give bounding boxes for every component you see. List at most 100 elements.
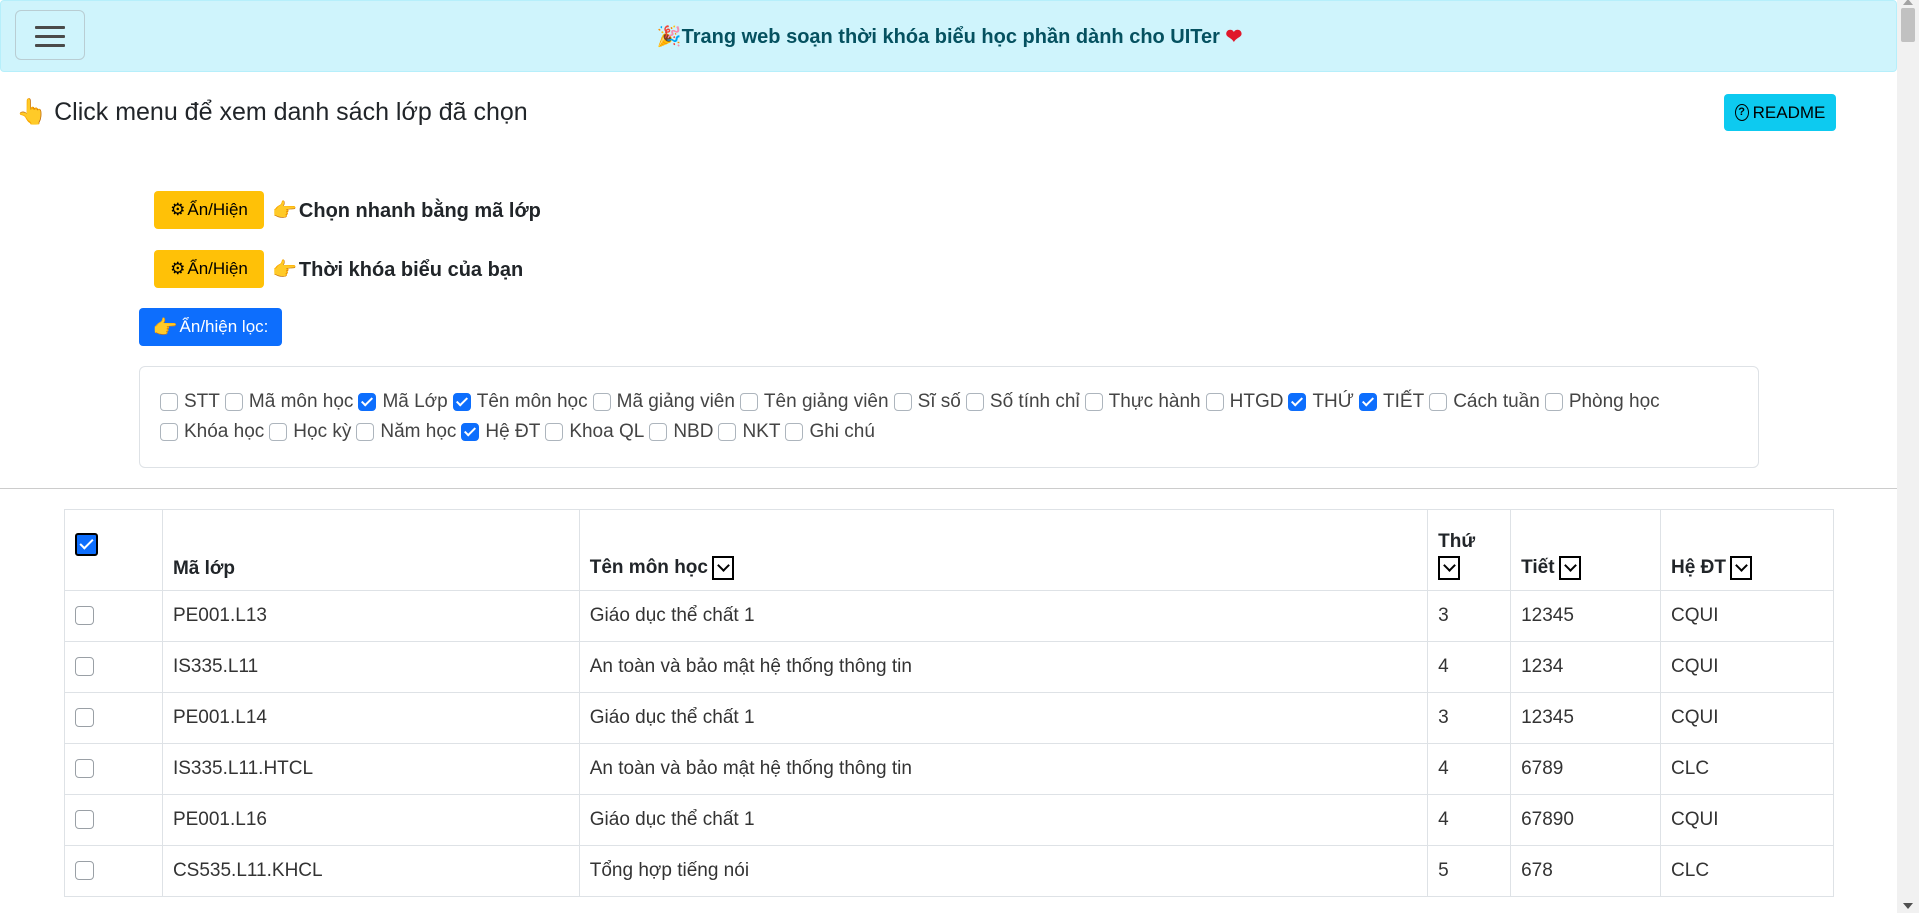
- gear-icon: ⚙: [170, 200, 186, 219]
- filter-option[interactable]: NKT: [718, 421, 780, 443]
- filter-option[interactable]: Hệ ĐT: [461, 421, 540, 443]
- filter-label: HTGD: [1229, 391, 1284, 412]
- filter-option[interactable]: Năm học: [356, 421, 456, 443]
- filter-option[interactable]: Mã Lớp: [358, 391, 448, 413]
- page-scrollbar[interactable]: [1897, 0, 1919, 913]
- row-select-cell: [64, 641, 163, 693]
- column-header-label: Hệ ĐT: [1671, 557, 1726, 579]
- column-header-label: Mã lớp: [172, 558, 236, 579]
- pointing-right-icon: 👉: [272, 199, 297, 222]
- filter-checkbox[interactable]: [356, 423, 375, 441]
- filter-checkbox[interactable]: [461, 423, 480, 441]
- scroll-up-icon[interactable]: [1903, 0, 1913, 5]
- row-select-cell: [64, 692, 163, 744]
- toggle-row-label-text: Chọn nhanh bằng mã lớp: [298, 199, 541, 222]
- filter-option[interactable]: Ghi chú: [785, 421, 875, 443]
- cell-ten-mon: Giáo dục thể chất 1: [578, 590, 1429, 642]
- filter-option[interactable]: Tên giảng viên: [739, 391, 889, 413]
- filter-label: Mã giảng viên: [616, 391, 735, 412]
- table-row[interactable]: PE001.L16 Giáo dục thể chất 1 4 67890 CQUI: [64, 794, 1834, 846]
- row-checkbox[interactable]: [75, 606, 94, 626]
- filter-option[interactable]: Mã môn học: [224, 391, 353, 413]
- filter-checkbox[interactable]: [1429, 393, 1448, 411]
- table-row[interactable]: CS535.L11.KHCL Tổng hợp tiếng nói 5 678 CLC: [64, 845, 1834, 897]
- filter-checkbox[interactable]: [965, 393, 984, 411]
- filter-option[interactable]: HTGD: [1205, 391, 1284, 413]
- filter-checkbox[interactable]: [739, 393, 758, 411]
- chevron-down-icon[interactable]: [1438, 556, 1461, 580]
- filter-option[interactable]: Khóa học: [160, 421, 264, 443]
- filter-option[interactable]: Thực hành: [1084, 391, 1201, 413]
- filter-checkbox[interactable]: [592, 393, 611, 411]
- toggle-quick-select-button[interactable]: ⚙ Ẩn/Hiện: [154, 191, 264, 229]
- row-select-cell: [64, 845, 163, 897]
- filter-checkbox[interactable]: [1084, 393, 1103, 411]
- filter-checkbox[interactable]: [452, 393, 471, 411]
- cell-thu: 4: [1427, 743, 1512, 795]
- filter-checkbox[interactable]: [785, 423, 804, 441]
- filter-checkbox[interactable]: [160, 393, 178, 411]
- table-row[interactable]: IS335.L11.HTCL An toàn và bảo mật hệ thốn…: [64, 743, 1834, 795]
- filter-checkbox[interactable]: [649, 423, 668, 441]
- toggle-row-label: 👉 Chọn nhanh bằng mã lớp: [272, 198, 541, 223]
- table-row[interactable]: PE001.L14 Giáo dục thể chất 1 3 12345 CQUI: [64, 692, 1834, 744]
- filter-checkbox[interactable]: [160, 423, 178, 441]
- filter-option[interactable]: TIẾT: [1359, 391, 1424, 413]
- column-header-he-dt: Hệ ĐT: [1660, 509, 1834, 591]
- filter-checkbox[interactable]: [269, 423, 288, 441]
- chevron-down-icon[interactable]: [711, 556, 734, 580]
- filter-label: Cách tuần: [1453, 391, 1540, 412]
- select-all-checkbox[interactable]: [75, 533, 98, 556]
- filter-label: TIẾT: [1383, 391, 1425, 412]
- filter-option[interactable]: Cách tuần: [1429, 391, 1540, 413]
- row-checkbox[interactable]: [75, 657, 94, 677]
- filter-label: Khóa học: [184, 421, 265, 442]
- scroll-down-icon[interactable]: [1903, 903, 1913, 909]
- filter-checkbox[interactable]: [1359, 393, 1378, 411]
- cell-thu: 3: [1427, 692, 1512, 744]
- filter-checkbox[interactable]: [718, 423, 737, 441]
- filter-option[interactable]: Mã giảng viên: [592, 391, 735, 413]
- chevron-down-icon[interactable]: [1729, 556, 1752, 580]
- readme-button[interactable]: ? README: [1724, 94, 1836, 131]
- row-checkbox[interactable]: [75, 810, 94, 830]
- filter-toggle-button[interactable]: 👉 Ẩn/hiện lọc:: [139, 308, 282, 346]
- cell-thu: 4: [1427, 641, 1512, 693]
- cell-ma-lop: PE001.L14: [161, 692, 580, 744]
- filter-line: Khóa học Học kỳ Năm học Hệ ĐT Khoa QL NBD NKT G…: [160, 417, 1738, 447]
- table-row[interactable]: PE001.L13 Giáo dục thể chất 1 3 12345 CQUI: [64, 590, 1834, 642]
- table-row[interactable]: IS335.L11 An toàn và bảo mật hệ thống thô…: [64, 641, 1834, 693]
- filter-checkbox[interactable]: [1205, 393, 1224, 411]
- top-banner: 🎉Trang web soạn thời khóa biểu học phần …: [0, 0, 1897, 72]
- column-header-thu: Thứ: [1427, 509, 1512, 591]
- row-checkbox[interactable]: [75, 759, 94, 779]
- cell-ma-lop: CS535.L11.KHCL: [161, 845, 580, 897]
- row-checkbox[interactable]: [75, 708, 94, 728]
- pointing-right-icon: 👉: [272, 258, 297, 281]
- filter-option[interactable]: Số tính chỉ: [965, 391, 1080, 413]
- filter-option[interactable]: Sĩ số: [893, 391, 961, 413]
- filter-checkbox[interactable]: [545, 423, 564, 441]
- filter-option[interactable]: Khoa QL: [545, 421, 644, 443]
- filter-option[interactable]: Tên môn học: [452, 391, 588, 413]
- cell-tiet: 67890: [1510, 794, 1662, 846]
- filter-checkbox[interactable]: [1288, 393, 1307, 411]
- cell-tiet: 12345: [1510, 590, 1662, 642]
- column-header-tiet: Tiết: [1510, 509, 1662, 591]
- filter-checkbox[interactable]: [893, 393, 912, 411]
- row-select-cell: [64, 590, 163, 642]
- filter-option[interactable]: STT: [160, 391, 220, 413]
- filter-checkbox[interactable]: [1544, 393, 1563, 411]
- menu-hint: 👆 Click menu để xem danh sách lớp đã chọ…: [16, 98, 528, 127]
- cell-ma-lop: PE001.L13: [161, 590, 580, 642]
- row-checkbox[interactable]: [75, 861, 94, 881]
- filter-option[interactable]: Học kỳ: [269, 421, 351, 443]
- filter-checkbox[interactable]: [224, 393, 243, 411]
- filter-option[interactable]: NBD: [649, 421, 713, 443]
- toggle-timetable-button[interactable]: ⚙ Ẩn/Hiện: [154, 250, 264, 288]
- filter-option[interactable]: THỨ: [1288, 391, 1354, 413]
- filter-option[interactable]: Phòng học: [1544, 391, 1660, 413]
- filter-checkbox[interactable]: [358, 393, 377, 411]
- chevron-down-icon[interactable]: [1558, 556, 1581, 580]
- scroll-thumb[interactable]: [1901, 8, 1915, 42]
